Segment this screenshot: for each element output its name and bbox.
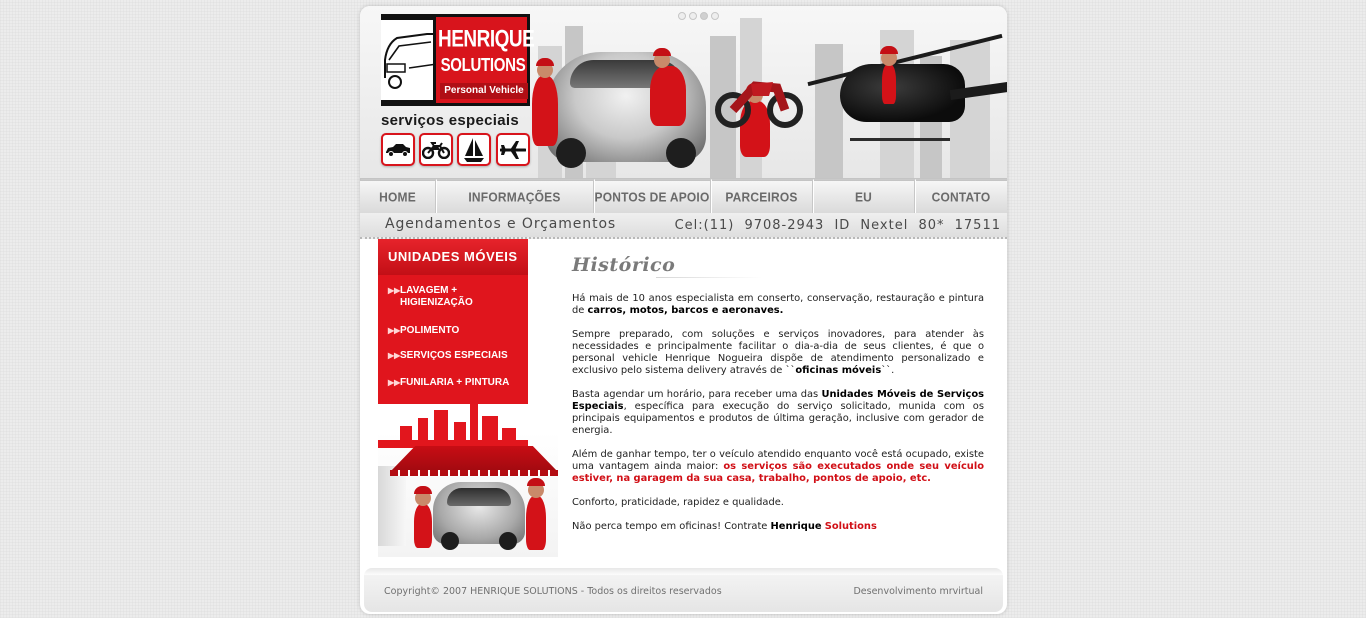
header-banner: HENRIQUE SOLUTIONS Personal Vehicle serv… xyxy=(360,6,1007,178)
paragraph: Além de ganhar tempo, ter o veículo aten… xyxy=(572,449,984,484)
aircraft-service-button[interactable] xyxy=(496,133,530,166)
brand-logo[interactable]: HENRIQUE SOLUTIONS Personal Vehicle xyxy=(381,14,535,106)
helicopter-skid xyxy=(850,138,950,141)
boat-service-button[interactable] xyxy=(457,133,491,166)
sidebar-item-funilaria[interactable]: ▶▶ FUNILARIA + PINTURA xyxy=(388,377,528,389)
nav-eu-recomendo[interactable]: EU RECOMENDO xyxy=(813,179,915,240)
page-container: HENRIQUE SOLUTIONS Personal Vehicle serv… xyxy=(360,6,1007,614)
contact-strip: Agendamentos e Orçamentos Cel:(11) 9708-… xyxy=(360,213,1007,239)
nav-home[interactable]: HOME xyxy=(360,179,436,215)
paragraph: Não perca tempo em oficinas! Contrate He… xyxy=(572,521,877,532)
sidebar-item-label: SERVIÇOS ESPECIAIS xyxy=(400,350,508,361)
motorcycle-photo xyxy=(715,66,805,136)
logo-line-2: SOLUTIONS xyxy=(440,55,526,76)
double-arrow-icon: ▶▶ xyxy=(388,286,401,295)
sidebar-title: UNIDADES MÓVEIS xyxy=(378,239,528,275)
sidebar-item-label: LAVAGEM + xyxy=(400,285,458,296)
sidebar-item-label: POLIMENTO xyxy=(400,325,460,336)
helicopter-photo xyxy=(840,64,965,122)
double-arrow-icon: ▶▶ xyxy=(388,378,401,387)
page-title: Histórico xyxy=(572,252,762,278)
sidebar-item-polimento[interactable]: ▶▶ POLIMENTO xyxy=(388,325,528,337)
slide-dots xyxy=(678,12,719,20)
sailboat-icon xyxy=(464,137,484,162)
main-nav: HOME INFORMAÇÕES TÉCNICAS PONTOS DE APOI… xyxy=(360,178,1007,240)
logo-line-1: HENRIQUE xyxy=(438,26,535,53)
sidebar-item-label: FUNILARIA + PINTURA xyxy=(400,377,510,388)
double-arrow-icon: ▶▶ xyxy=(388,326,401,335)
double-arrow-icon: ▶▶ xyxy=(388,351,401,360)
motorcycle-service-button[interactable] xyxy=(419,133,453,166)
history-text: Há mais de 10 anos especialista em conse… xyxy=(572,293,984,533)
scheduling-label: Agendamentos e Orçamentos xyxy=(385,216,617,232)
tagline: serviços especiais xyxy=(381,112,519,129)
phone-info: Cel:(11) 9708-2943 ID Nextel 80* 17511 xyxy=(674,218,1001,233)
footer: Copyright© 2007 HENRIQUE SOLUTIONS - Tod… xyxy=(364,575,1003,612)
logo-car-illustration xyxy=(381,14,437,106)
sidebar-menu: UNIDADES MÓVEIS ▶▶ LAVAGEM + HIGIENIZAÇÃO… xyxy=(378,239,528,404)
nav-parceiros[interactable]: PARCEIROS xyxy=(711,179,813,215)
sidebar-item-lavagem[interactable]: ▶▶ LAVAGEM + HIGIENIZAÇÃO xyxy=(388,285,528,309)
paragraph: Sempre preparado, com soluções e serviço… xyxy=(572,329,984,376)
skyline-building xyxy=(815,44,843,178)
car-icon xyxy=(386,143,410,157)
paragraph: Conforto, praticidade, rapidez e qualida… xyxy=(572,497,784,508)
paragraph: Basta agendar um horário, para receber u… xyxy=(572,389,984,436)
developer-credit-link[interactable]: Desenvolvimento mrvirtual xyxy=(853,586,983,597)
sidebar-item-servicos-especiais[interactable]: ▶▶ SERVIÇOS ESPECIAIS xyxy=(388,350,528,362)
copyright-text: Copyright© 2007 HENRIQUE SOLUTIONS - Tod… xyxy=(384,586,722,597)
logo-line-3: Personal Vehicle xyxy=(440,83,528,99)
worker-figure xyxy=(532,58,558,146)
airplane-icon xyxy=(500,140,526,159)
nav-pontos-de-apoio[interactable]: PONTOS DE APOIO xyxy=(594,179,711,215)
main-content: Histórico Há mais de 10 anos especialist… xyxy=(572,252,984,545)
worker-figure xyxy=(650,48,686,126)
nav-informacoes-tecnicas[interactable]: INFORMAÇÕES TÉCNICAS xyxy=(436,179,594,240)
worker-figure xyxy=(880,46,898,104)
sidebar-item-label: HIGIENIZAÇÃO xyxy=(400,297,473,308)
sidebar: UNIDADES MÓVEIS ▶▶ LAVAGEM + HIGIENIZAÇÃO… xyxy=(378,239,558,557)
paragraph: Há mais de 10 anos especialista em conse… xyxy=(572,293,984,316)
motorcycle-icon xyxy=(422,141,450,159)
mobile-unit-photo xyxy=(378,404,558,557)
nav-contato[interactable]: CONTATO xyxy=(915,179,1007,214)
car-service-button[interactable] xyxy=(381,133,415,166)
